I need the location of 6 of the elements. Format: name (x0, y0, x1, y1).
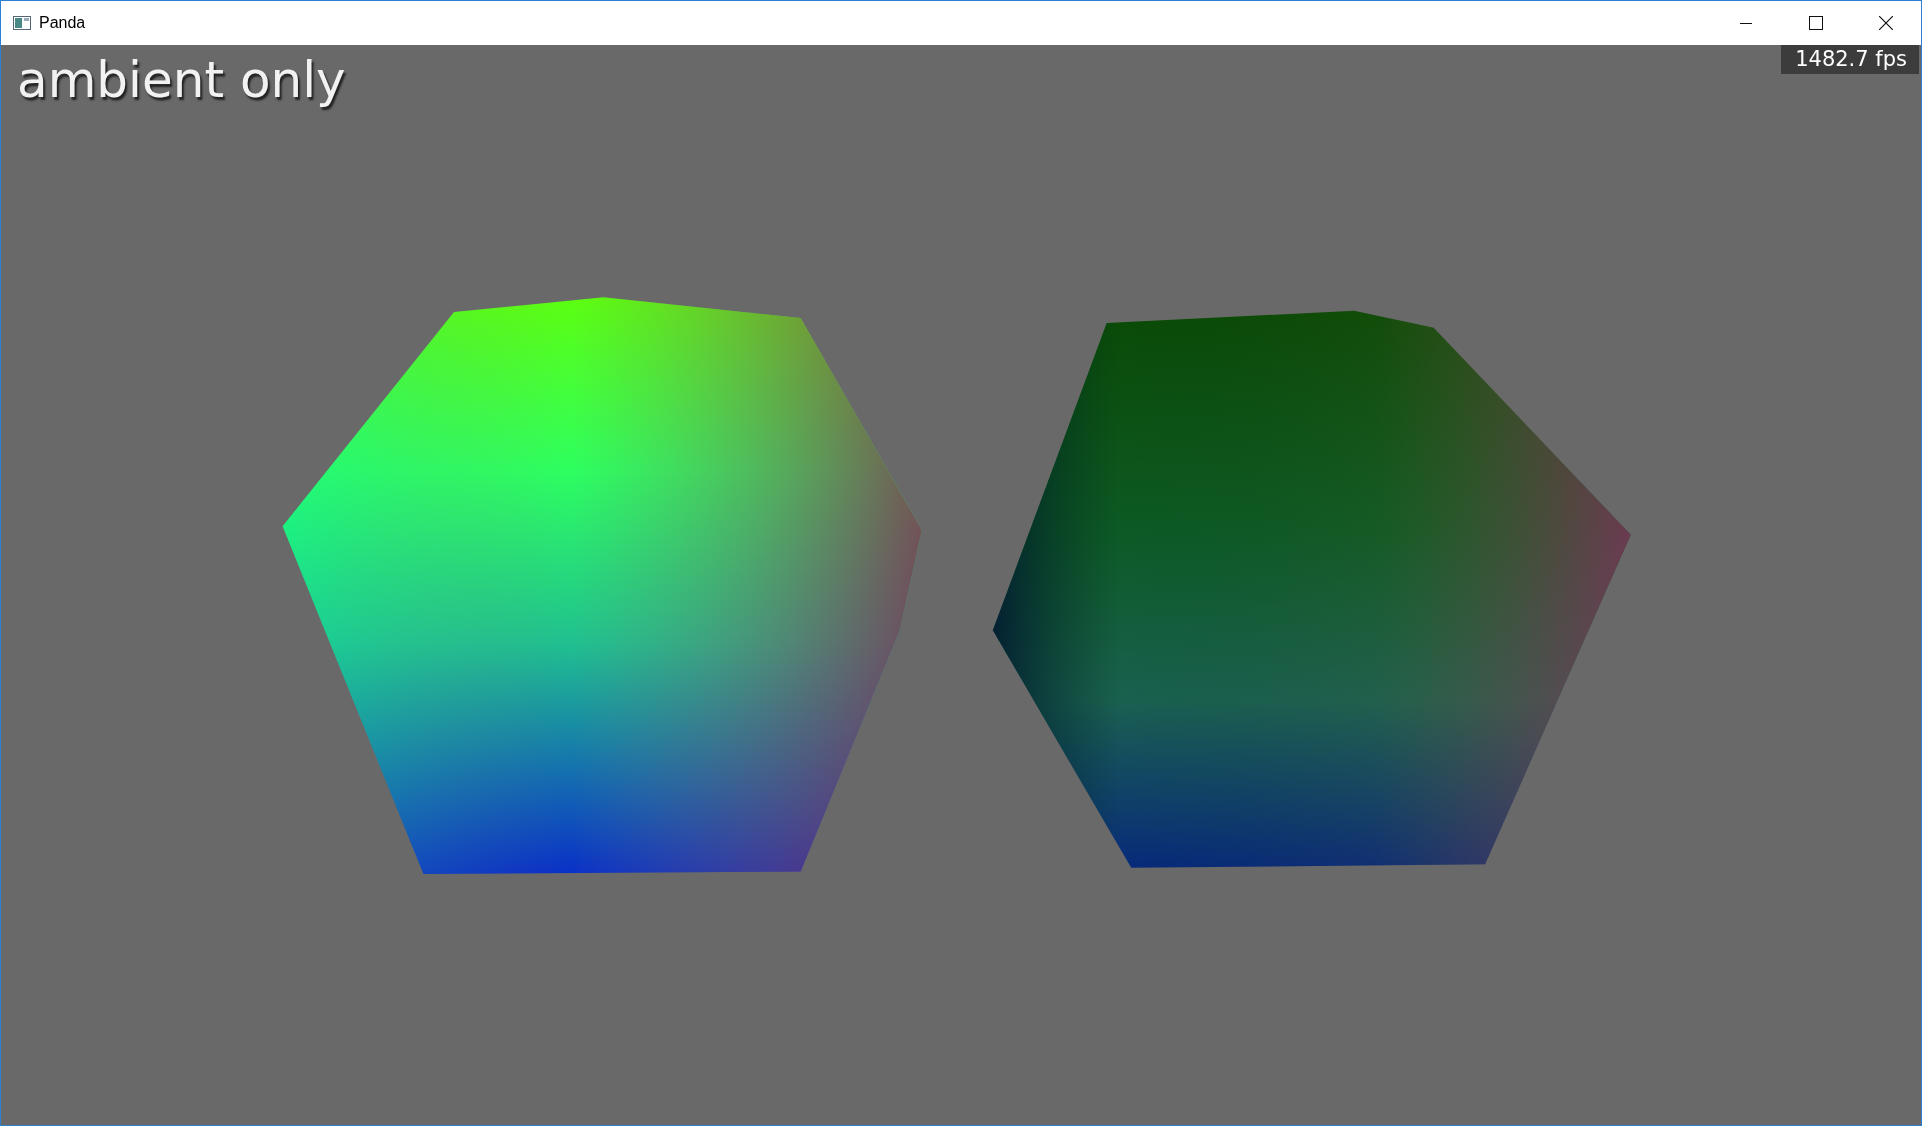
caption-text: ambient only (17, 51, 346, 109)
close-icon (1879, 16, 1893, 30)
app-icon (13, 15, 31, 31)
window-title: Panda (39, 14, 86, 32)
frame-rate-meter: 1482.7 fps (1781, 45, 1919, 74)
maximize-icon (1809, 16, 1823, 30)
